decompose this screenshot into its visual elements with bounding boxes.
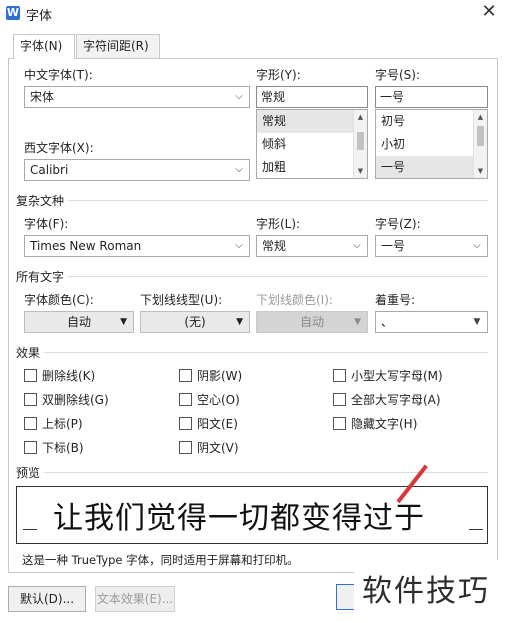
- text-effects-button: 文本效果(E)...: [95, 586, 175, 612]
- chevron-down-icon: ⌵: [235, 91, 243, 102]
- western-font-combo[interactable]: Calibri ⌵: [24, 159, 250, 181]
- tab-character-spacing[interactable]: 字符间距(R): [76, 34, 160, 58]
- wps-logo-icon: W: [6, 6, 20, 20]
- checkbox-box[interactable]: [179, 393, 192, 406]
- western-font-label: 西文字体(X):: [24, 141, 94, 155]
- preview-section-title: 预览: [16, 466, 41, 480]
- list-item[interactable]: 常规: [257, 110, 367, 133]
- complex-style-combo[interactable]: 常规 ⌵: [256, 235, 368, 257]
- tab-font[interactable]: 字体(N): [13, 34, 75, 59]
- checkbox-strikethrough[interactable]: 删除线(K): [24, 368, 95, 384]
- underline-type-dropdown[interactable]: (无) ▼: [140, 311, 250, 333]
- font-color-dropdown[interactable]: 自动 ▼: [24, 311, 134, 333]
- list-item[interactable]: 小初: [376, 133, 487, 156]
- watermark-text: 软件技巧: [362, 574, 490, 609]
- chevron-down-icon: ⌵: [235, 240, 243, 251]
- complex-section-title: 复杂文种: [16, 194, 65, 208]
- checkbox-box[interactable]: [24, 369, 37, 382]
- checkbox-small-caps[interactable]: 小型大写字母(M): [333, 368, 443, 384]
- checkbox-shadow[interactable]: 阴影(W): [179, 368, 242, 384]
- checkbox-emboss[interactable]: 阳文(E): [179, 416, 238, 432]
- divider: [44, 352, 488, 353]
- style-scrollbar[interactable]: ▲ ▼: [353, 110, 367, 178]
- checkbox-box[interactable]: [333, 417, 346, 430]
- chinese-font-value: 宋体: [30, 90, 55, 104]
- complex-style-label: 字形(L):: [256, 217, 301, 231]
- chevron-down-icon: ⌵: [235, 164, 243, 175]
- style-label: 字形(Y):: [256, 68, 301, 82]
- caret-down-icon: ▼: [354, 317, 361, 327]
- list-item[interactable]: 初号: [376, 110, 487, 133]
- size-input[interactable]: 一号: [375, 86, 488, 108]
- checkbox-box[interactable]: [24, 393, 37, 406]
- checkbox-box[interactable]: [333, 393, 346, 406]
- size-label: 字号(S):: [375, 68, 421, 82]
- effects-section-title: 效果: [16, 346, 41, 360]
- complex-size-combo[interactable]: 一号 ⌵: [375, 235, 488, 257]
- scroll-thumb[interactable]: [357, 132, 364, 150]
- list-item[interactable]: 倾斜: [257, 133, 367, 156]
- checkbox-outline[interactable]: 空心(O): [179, 392, 240, 408]
- caret-down-icon: ▼: [473, 317, 481, 327]
- checkbox-superscript[interactable]: 上标(P): [24, 416, 83, 432]
- default-button[interactable]: 默认(D)...: [8, 586, 86, 612]
- preview-corner-mark: [469, 529, 483, 530]
- divider: [68, 276, 488, 277]
- all-text-section-title: 所有文字: [16, 270, 65, 284]
- title-bar: W 字体 ✕: [0, 0, 506, 28]
- chevron-down-icon: ⌵: [353, 240, 361, 251]
- checkbox-engrave[interactable]: 阴文(V): [179, 440, 239, 456]
- style-listbox[interactable]: 常规 倾斜 加粗 ▲ ▼: [256, 109, 368, 179]
- checkbox-box[interactable]: [24, 441, 37, 454]
- scroll-thumb[interactable]: [477, 126, 484, 146]
- preview-corner-mark: [23, 529, 37, 530]
- chevron-down-icon: ⌵: [473, 240, 481, 251]
- underline-type-label: 下划线线型(U):: [140, 293, 223, 307]
- font-color-value: 自动: [66, 315, 91, 329]
- underline-type-value: (无): [184, 315, 206, 329]
- list-item[interactable]: 一号: [376, 156, 487, 178]
- checkbox-all-caps[interactable]: 全部大写字母(A): [333, 392, 441, 408]
- western-font-value: Calibri: [30, 163, 69, 177]
- emphasis-label: 着重号:: [375, 293, 416, 307]
- preview-note: 这是一种 TrueType 字体，同时适用于屏幕和打印机。: [22, 553, 299, 567]
- complex-font-combo[interactable]: Times New Roman ⌵: [24, 235, 250, 257]
- style-input[interactable]: 常规: [256, 86, 368, 108]
- close-icon[interactable]: ✕: [478, 2, 500, 24]
- font-color-label: 字体颜色(C):: [24, 293, 94, 307]
- checkbox-subscript[interactable]: 下标(B): [24, 440, 84, 456]
- complex-size-label: 字号(Z):: [375, 217, 421, 231]
- emphasis-value: 、: [381, 315, 394, 329]
- checkbox-double-strikethrough[interactable]: 双删除线(G): [24, 392, 109, 408]
- caret-down-icon: ▼: [236, 317, 243, 327]
- underline-color-label: 下划线颜色(I):: [256, 293, 333, 307]
- preview-box: 让我们觉得一切都变得过于: [16, 486, 488, 544]
- chinese-font-label: 中文字体(T):: [24, 68, 93, 82]
- scroll-down-icon[interactable]: ▼: [474, 165, 487, 177]
- underline-color-dropdown: 自动 ▼: [256, 311, 368, 333]
- list-item[interactable]: 加粗: [257, 156, 367, 178]
- size-scrollbar[interactable]: ▲ ▼: [473, 110, 487, 178]
- scroll-up-icon[interactable]: ▲: [354, 111, 367, 123]
- scroll-up-icon[interactable]: ▲: [474, 111, 487, 123]
- preview-text: 让我们觉得一切都变得过于: [53, 501, 425, 536]
- checkbox-box[interactable]: [179, 369, 192, 382]
- checkbox-box[interactable]: [179, 417, 192, 430]
- checkbox-box[interactable]: [333, 369, 346, 382]
- complex-style-value: 常规: [262, 239, 287, 253]
- checkbox-box[interactable]: [179, 441, 192, 454]
- underline-color-value: 自动: [299, 315, 324, 329]
- complex-font-value: Times New Roman: [30, 239, 142, 253]
- emphasis-combo[interactable]: 、 ▼: [375, 311, 488, 333]
- divider: [68, 200, 488, 201]
- checkbox-hidden[interactable]: 隐藏文字(H): [333, 416, 417, 432]
- checkbox-box[interactable]: [24, 417, 37, 430]
- chinese-font-combo[interactable]: 宋体 ⌵: [24, 86, 250, 108]
- scroll-down-icon[interactable]: ▼: [354, 165, 367, 177]
- complex-size-value: 一号: [381, 239, 406, 253]
- complex-font-label: 字体(F):: [24, 217, 69, 231]
- size-listbox[interactable]: 初号 小初 一号 ▲ ▼: [375, 109, 488, 179]
- caret-down-icon: ▼: [120, 317, 127, 327]
- window-title: 字体: [26, 9, 53, 24]
